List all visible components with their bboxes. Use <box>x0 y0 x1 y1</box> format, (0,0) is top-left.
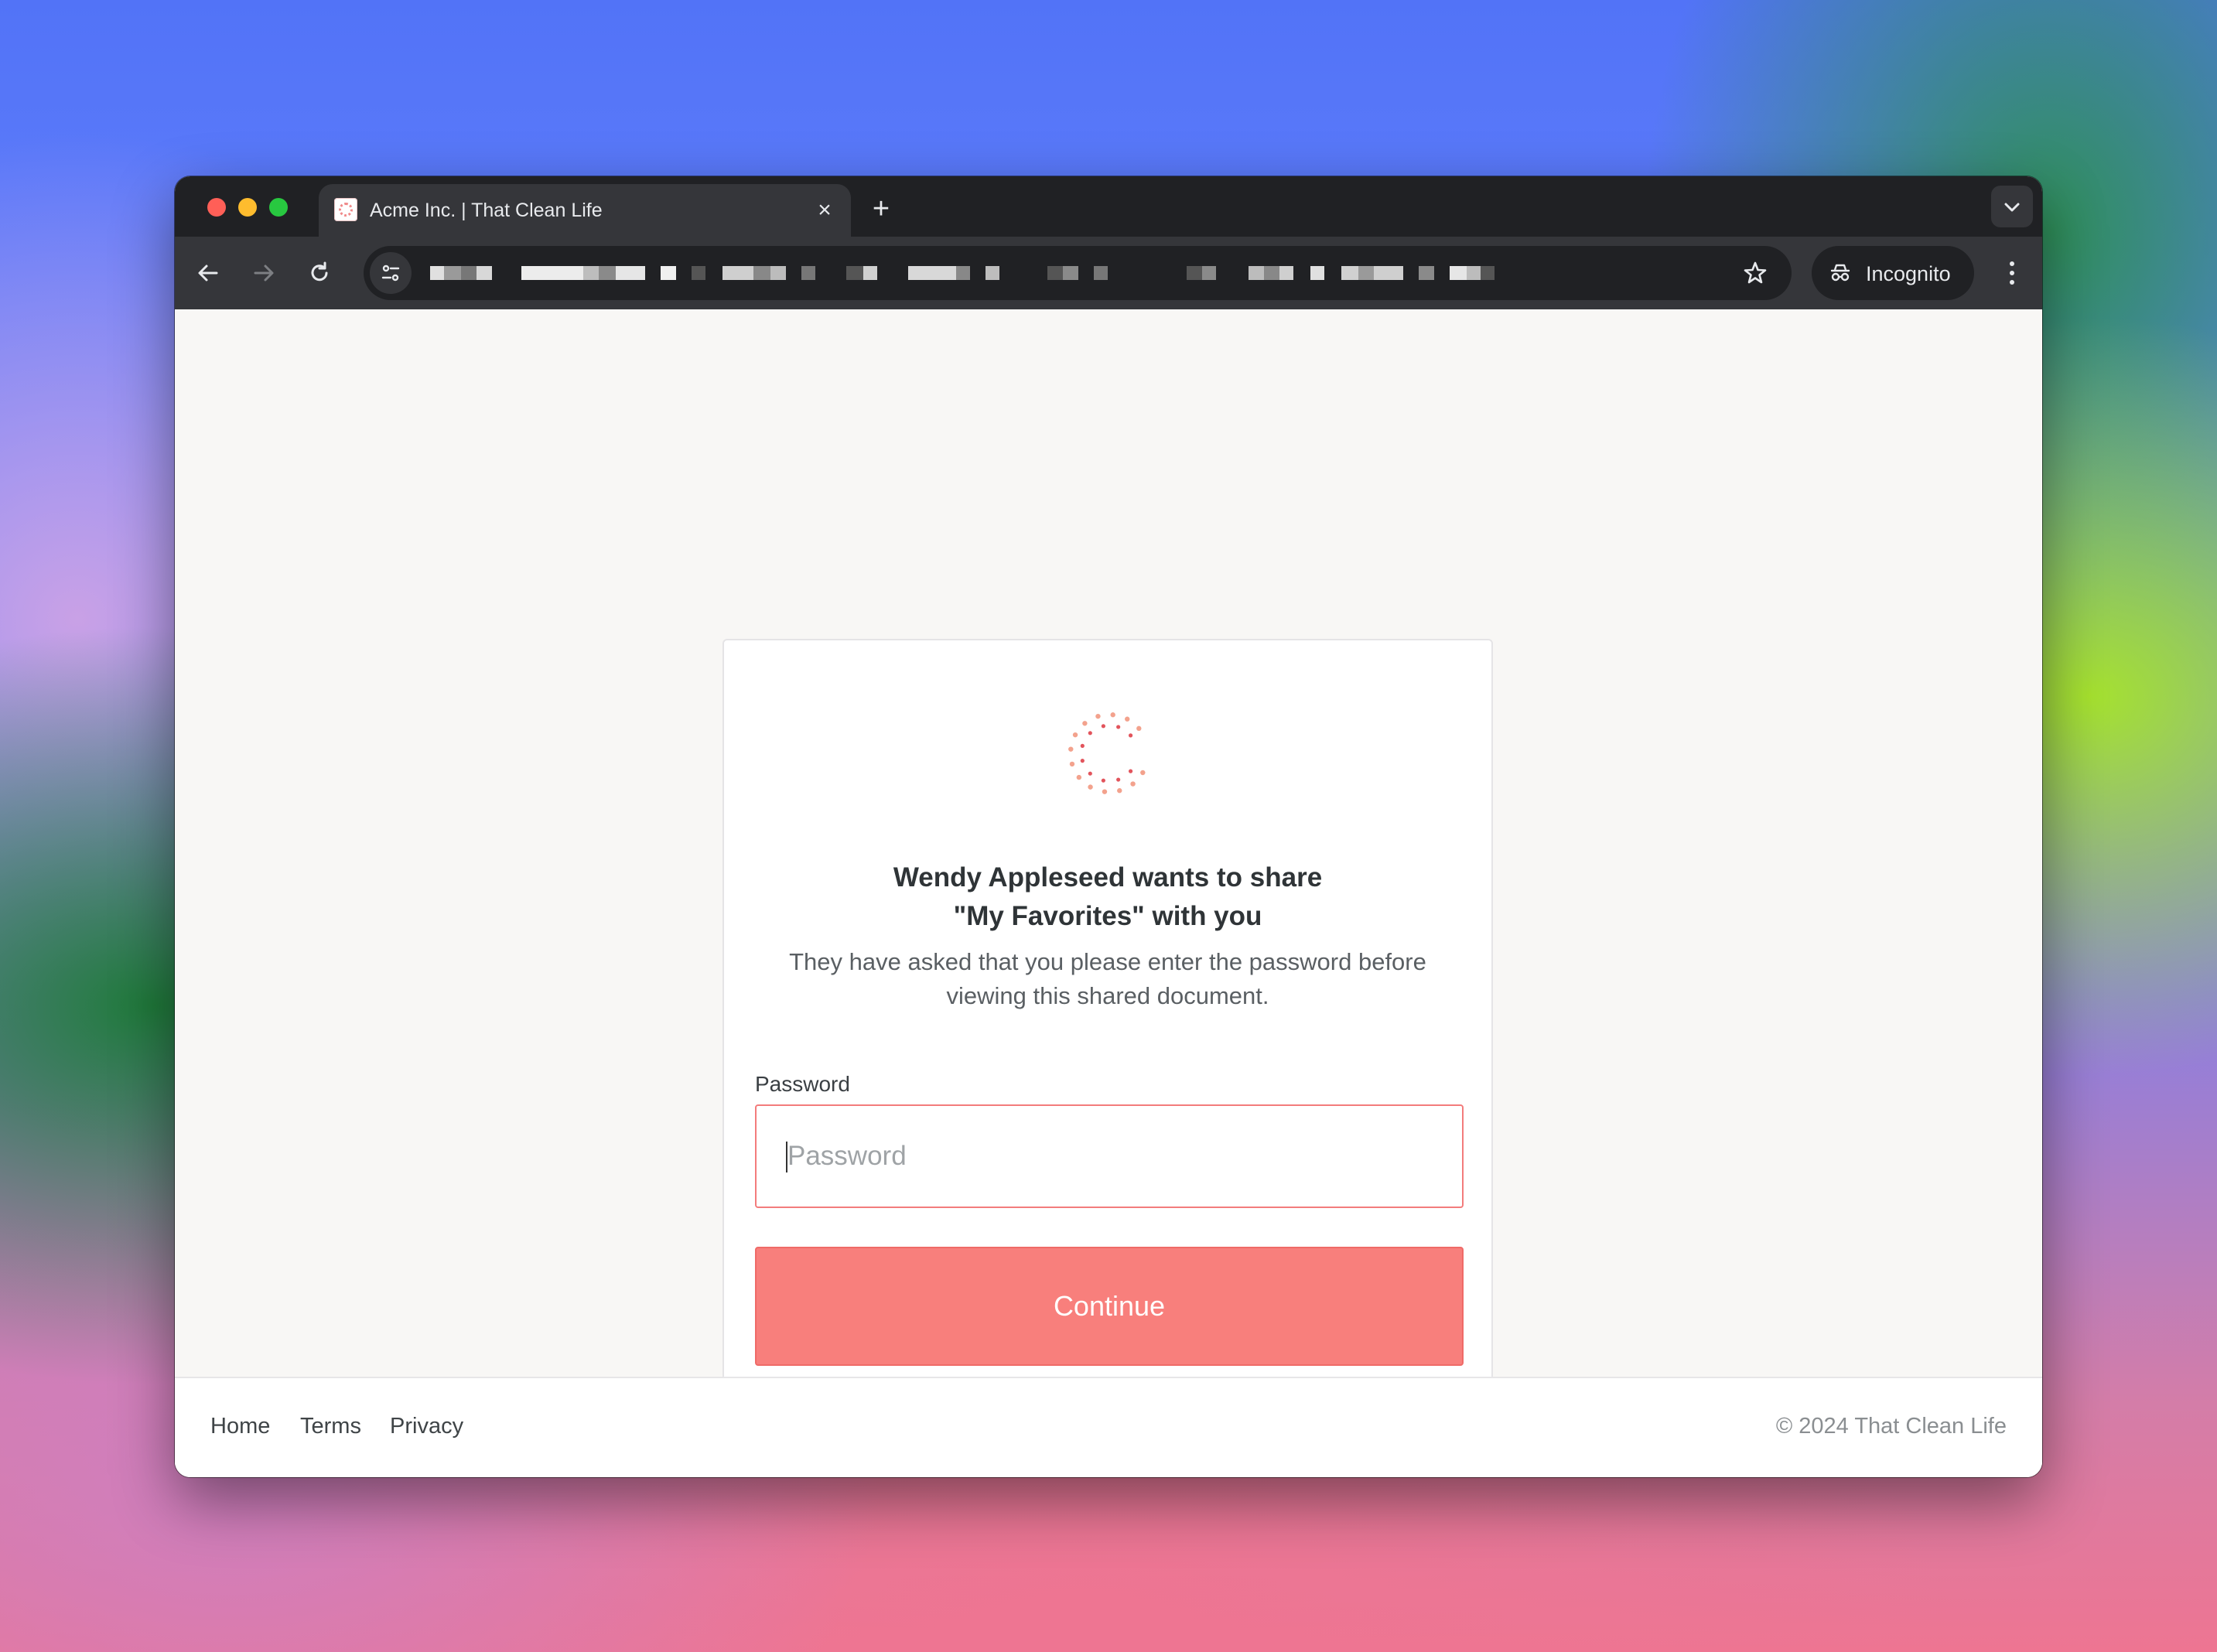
window-maximize-button[interactable] <box>269 198 288 217</box>
title-bar: Acme Inc. | That Clean Life × + <box>175 176 2042 237</box>
page-footer: Home Terms Privacy © 2024 That Clean Lif… <box>175 1377 2042 1477</box>
spinner-dot <box>1140 770 1146 776</box>
spinner-dot <box>1076 774 1082 780</box>
bookmark-button[interactable] <box>1739 257 1771 289</box>
share-password-card: Wendy Appleseed wants to share "My Favor… <box>722 639 1493 1395</box>
address-bar[interactable] <box>364 246 1792 300</box>
share-title-line-2: "My Favorites" with you <box>953 901 1262 931</box>
arrow-left-icon <box>198 265 218 282</box>
copyright-text: © 2024 That Clean Life <box>1775 1414 2007 1439</box>
more-vert-icon[interactable] <box>1990 251 2034 295</box>
footer-link-privacy[interactable]: Privacy <box>390 1414 463 1439</box>
spinner-dot <box>1080 743 1085 748</box>
spinner-dot <box>1088 784 1093 790</box>
browser-window: Acme Inc. | That Clean Life × + Incognit… <box>175 176 2042 1477</box>
share-title-line-1: Wendy Appleseed wants to share <box>893 862 1323 893</box>
spinner-dot <box>1116 725 1121 729</box>
incognito-indicator[interactable]: Incognito <box>1812 246 1974 300</box>
continue-button[interactable]: Continue <box>755 1247 1464 1366</box>
spinner-dot <box>1072 732 1078 738</box>
spinner-dot <box>1069 761 1075 767</box>
spinner-dot <box>1128 733 1133 738</box>
site-info-button[interactable] <box>370 252 412 294</box>
chevron-down-icon <box>2004 203 2020 212</box>
spinner-dot <box>1101 724 1105 729</box>
password-label: Password <box>755 1072 850 1096</box>
redacted-url <box>430 246 1621 300</box>
tab-search-button[interactable] <box>1991 186 2033 227</box>
spinner-dot <box>1117 788 1122 794</box>
password-input[interactable] <box>755 1104 1464 1208</box>
loading-spinner-icon <box>1068 712 1146 794</box>
window-minimize-button[interactable] <box>238 198 257 217</box>
spinner-dot <box>1088 771 1092 776</box>
share-title: Wendy Appleseed wants to share "My Favor… <box>724 858 1491 936</box>
browser-tab[interactable]: Acme Inc. | That Clean Life × <box>319 184 851 237</box>
plus-icon: + <box>872 193 890 225</box>
tune-icon <box>381 265 400 282</box>
spinner-dot <box>1110 712 1115 718</box>
forward-button[interactable] <box>241 251 286 295</box>
browser-toolbar: Incognito <box>175 237 2042 309</box>
footer-link-home[interactable]: Home <box>210 1414 270 1439</box>
spinner-dot <box>1068 746 1074 752</box>
back-button[interactable] <box>186 251 231 295</box>
close-icon[interactable]: × <box>809 195 840 226</box>
tab-favicon-icon <box>334 198 357 221</box>
spinner-dot <box>1095 713 1101 719</box>
footer-link-terms[interactable]: Terms <box>300 1414 361 1439</box>
new-tab-button[interactable]: + <box>862 190 900 229</box>
spinner-dot <box>1102 789 1108 794</box>
spinner-dot <box>1128 769 1133 773</box>
spinner-dot <box>1080 759 1085 763</box>
text-caret <box>786 1142 787 1172</box>
star-icon <box>1744 261 1767 284</box>
incognito-label: Incognito <box>1866 262 1951 285</box>
page-content: Wendy Appleseed wants to share "My Favor… <box>175 309 2042 1477</box>
reload-icon <box>311 261 328 282</box>
spinner-dot <box>1088 731 1092 736</box>
spinner-dot <box>1125 716 1130 722</box>
incognito-icon <box>1830 264 1850 282</box>
spinner-dot <box>1082 721 1088 726</box>
reload-button[interactable] <box>297 251 342 295</box>
spinner-dot <box>1136 725 1142 732</box>
spinner-dot <box>1130 781 1136 787</box>
share-description: They have asked that you please enter th… <box>789 948 1426 1009</box>
spinner-dot <box>1116 777 1121 782</box>
arrow-right-icon <box>254 265 274 282</box>
tab-title: Acme Inc. | That Clean Life <box>370 200 603 221</box>
spinner-dot <box>1101 778 1105 783</box>
window-close-button[interactable] <box>207 198 226 217</box>
